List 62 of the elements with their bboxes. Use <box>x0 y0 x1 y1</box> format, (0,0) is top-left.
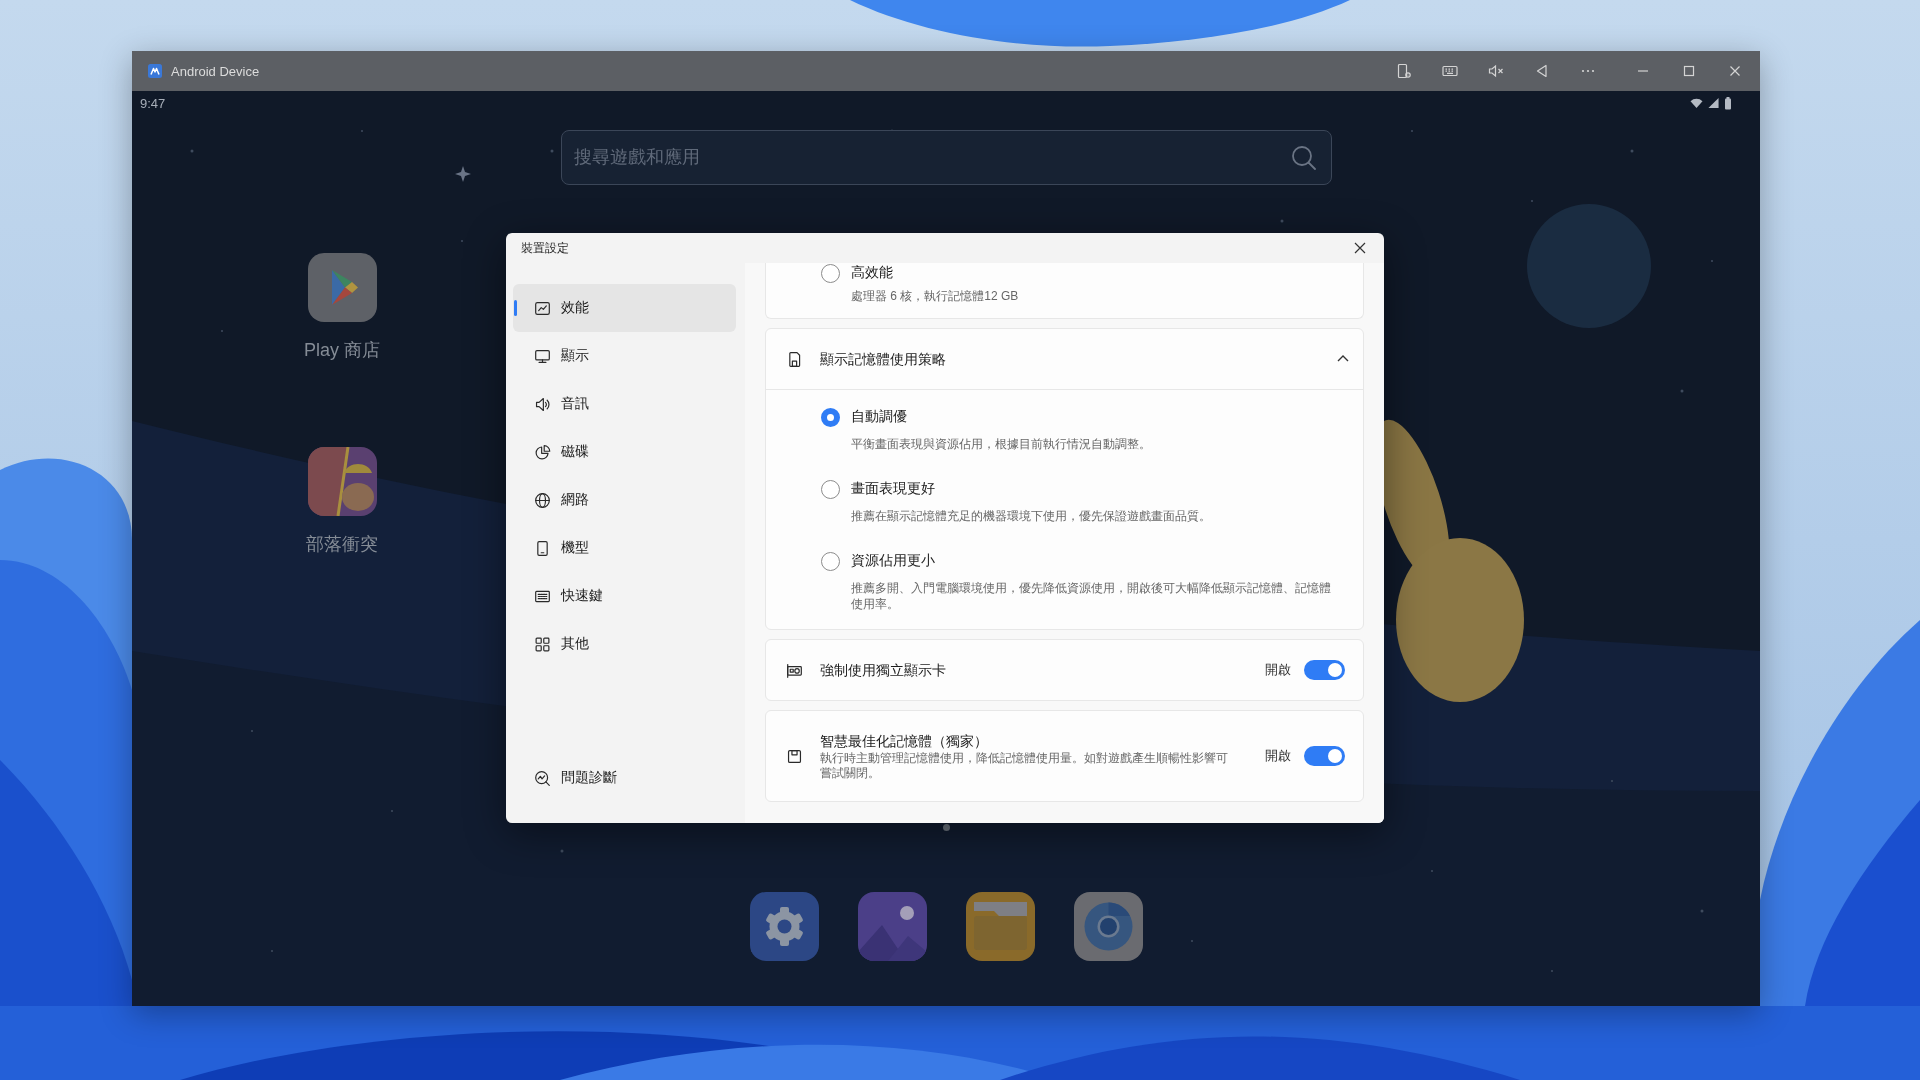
sidebar-item[interactable]: 機型 <box>513 524 736 572</box>
sidebar-item[interactable]: 磁碟 <box>513 428 736 476</box>
globe-icon <box>534 491 551 509</box>
back-triangle-icon[interactable] <box>1534 63 1550 79</box>
search-field[interactable]: 搜尋遊戲和應用 <box>560 130 1332 185</box>
toggle-switch[interactable] <box>1304 660 1345 680</box>
sparkle-icon <box>455 166 471 182</box>
dialog-title: 裝置設定 <box>521 239 569 257</box>
setting-description: 執行時主動管理記憶體使用，降低記憶體使用量。如對遊戲產生順暢性影響可嘗試關閉。 <box>820 751 1229 781</box>
signal-icon <box>1707 97 1720 109</box>
section-title: 顯示記憶體使用策略 <box>820 350 946 369</box>
app-logo-icon <box>148 64 162 78</box>
mountain-picture-icon[interactable] <box>857 892 927 961</box>
option-description: 推薦在顯示記憶體充足的機器環境下使用，優先保證遊戲畫面品質。 <box>851 508 1212 524</box>
game-tile-icon[interactable] <box>307 447 377 516</box>
sidebar-item[interactable]: 顯示 <box>513 332 736 380</box>
page-dot-icon <box>942 824 950 831</box>
keyboard-icon[interactable] <box>1442 63 1458 79</box>
gear-icon[interactable] <box>749 892 819 961</box>
speaker-icon <box>534 395 551 413</box>
maximize-icon[interactable] <box>1681 63 1697 79</box>
mute-speaker-icon[interactable] <box>1488 63 1504 79</box>
sidebar-item[interactable]: 問題診斷 <box>513 754 736 802</box>
wifi-icon <box>1690 97 1703 109</box>
app-label: 部落衝突 <box>306 533 378 556</box>
monitor-icon <box>534 347 551 365</box>
setting-title: 智慧最佳化記憶體（獨家） <box>820 732 989 751</box>
option-description: 平衡畫面表現與資源佔用，根據目前執行情況自動調整。 <box>851 436 1152 452</box>
window-title: Android Device <box>171 63 260 79</box>
sidebar-item[interactable]: 音訊 <box>513 380 736 428</box>
option-label: 資源佔用更小 <box>851 552 935 570</box>
toggle-switch[interactable] <box>1304 746 1345 766</box>
radio-button[interactable] <box>821 479 840 499</box>
search-icon[interactable] <box>1290 145 1316 170</box>
sidebar-item[interactable]: 快速鍵 <box>513 572 736 620</box>
search-chart-icon <box>534 769 551 787</box>
toggle-state-label: 開啟 <box>1265 747 1291 765</box>
graphics-card-icon <box>786 661 803 679</box>
setting-title: 強制使用獨立顯示卡 <box>820 661 947 680</box>
status-time: 9:47 <box>140 95 166 111</box>
sidebar-item[interactable]: 其他 <box>513 620 736 668</box>
sidebar-item[interactable]: 網路 <box>513 476 736 524</box>
phone-icon <box>534 539 551 557</box>
option-label: 畫面表現更好 <box>851 480 935 498</box>
option-description: 推薦多開、入門電腦環境使用，優先降低資源使用，開啟後可大幅降低顯示記憶體、記憶體使用率。 <box>851 580 1332 612</box>
option-label: 高效能 <box>851 264 893 282</box>
pie-chart-icon <box>534 443 551 461</box>
memory-card-icon <box>786 350 803 368</box>
grid-icon <box>534 635 551 653</box>
close-icon[interactable] <box>1354 242 1366 254</box>
radio-button[interactable] <box>821 551 840 571</box>
phone-gear-icon[interactable] <box>1396 63 1412 79</box>
battery-icon <box>1724 96 1732 110</box>
ring-logo-icon[interactable] <box>1073 892 1143 961</box>
option-label: 自動調優 <box>851 408 907 426</box>
app-label: Play 商店 <box>304 339 380 362</box>
toggle-state-label: 開啟 <box>1265 661 1291 679</box>
radio-button[interactable] <box>821 407 840 427</box>
sidebar-item[interactable]: 效能 <box>513 284 736 332</box>
folder-icon[interactable] <box>965 892 1035 961</box>
radio-button[interactable] <box>821 263 840 283</box>
option-description: 處理器 6 核，執行記憶體12 GB <box>851 288 1020 304</box>
